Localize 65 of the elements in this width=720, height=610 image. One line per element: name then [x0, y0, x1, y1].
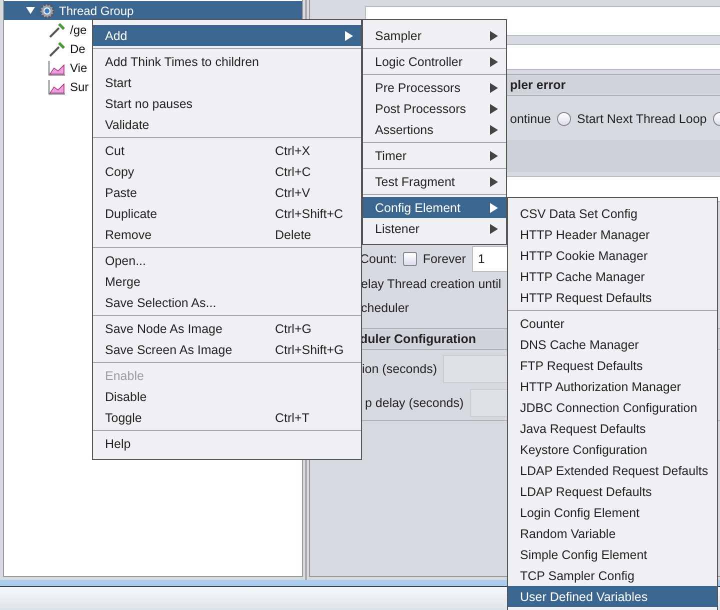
menu-item[interactable]: Open... — [93, 250, 361, 271]
menu-item[interactable]: Counter — [508, 313, 717, 334]
menu-item[interactable]: Start — [93, 72, 361, 93]
menu-item[interactable]: CSV Data Set Config — [508, 203, 717, 224]
delay-thread-label: elay Thread creation until — [361, 277, 502, 291]
menu-item[interactable]: JDBC Connection Configuration — [508, 397, 717, 418]
menu-item[interactable]: Save Screen As Image Ctrl+Shift+G — [93, 339, 361, 360]
menu-item[interactable]: Config Element — [363, 197, 506, 218]
tree-item-label: Vie — [70, 60, 88, 74]
menu-item[interactable]: Logic Controller — [363, 51, 506, 72]
menu-item[interactable]: Listener — [363, 218, 506, 239]
startup-delay-label: p delay (seconds) — [365, 396, 464, 410]
menu-item[interactable]: Start no pauses — [93, 93, 361, 114]
menu-item[interactable]: Java Request Defaults — [508, 418, 717, 439]
menu-item[interactable]: Sampler — [363, 25, 506, 46]
menu-item[interactable]: HTTP Authorization Manager — [508, 376, 717, 397]
menu-item[interactable]: Help — [93, 433, 361, 454]
tree-item-label: Thread Group — [59, 4, 134, 18]
menu-item[interactable]: Timer — [363, 145, 506, 166]
menu-item[interactable]: Random Variable — [508, 523, 717, 544]
pipette-icon — [48, 40, 66, 56]
option-label: ontinue — [510, 112, 552, 126]
menu-item[interactable]: Disable — [93, 386, 361, 407]
collapse-arrow-icon[interactable] — [26, 6, 35, 15]
menu-item[interactable]: Simple Config Element — [508, 544, 717, 565]
radio-button[interactable] — [557, 112, 572, 126]
menu-item[interactable]: User Defined Variables — [508, 586, 717, 607]
scheduler-label: cheduler — [361, 301, 409, 315]
pipette-icon — [48, 22, 66, 38]
menu-item[interactable]: Validate — [93, 114, 361, 135]
menu-item[interactable]: Post Processors — [363, 98, 506, 119]
menu-item[interactable]: HTTP Header Manager — [508, 224, 717, 245]
menu-item[interactable]: Remove Delete — [93, 224, 361, 245]
tree-item-label: De — [70, 42, 86, 56]
menu-item[interactable]: Save Node As Image Ctrl+G — [93, 318, 361, 339]
menu-item[interactable]: Add Think Times to children — [93, 51, 361, 72]
tree-item[interactable]: Thread Group — [4, 1, 302, 20]
menu-item[interactable]: Duplicate Ctrl+Shift+C — [93, 203, 361, 224]
gear-icon — [39, 2, 55, 18]
menu-item[interactable]: Test Fragment — [363, 171, 506, 192]
menu-item[interactable]: Cut Ctrl+X — [93, 140, 361, 161]
menu-item[interactable]: Toggle Ctrl+T — [93, 407, 361, 428]
menu-item[interactable]: Add — [93, 25, 361, 46]
menu-item[interactable]: Save Selection As... — [93, 292, 361, 313]
menu-item[interactable]: DNS Cache Manager — [508, 334, 717, 355]
menu-item[interactable]: Login Config Element — [508, 502, 717, 523]
tree-item-label: Sur — [70, 80, 89, 94]
option-label: Start Next Thread Loop — [577, 112, 707, 126]
menu-item[interactable]: LDAP Request Defaults — [508, 481, 717, 502]
menu-item[interactable]: Merge — [93, 271, 361, 292]
menu-item[interactable]: HTTP Request Defaults — [508, 287, 717, 308]
forever-label: Forever — [422, 252, 466, 266]
menu-item[interactable]: TCP Sampler Config — [508, 565, 717, 586]
graph-icon — [48, 60, 66, 76]
menu-item[interactable]: Keystore Configuration — [508, 439, 717, 460]
menu-item[interactable]: FTP Request Defaults — [508, 355, 717, 376]
graph-icon — [48, 78, 66, 94]
tree-item-label: /ge — [70, 22, 87, 36]
menu-item[interactable]: Paste Ctrl+V — [93, 182, 361, 203]
menu-item[interactable]: Pre Processors — [363, 77, 506, 98]
menu-item[interactable]: LDAP Extended Request Defaults — [508, 460, 717, 481]
duration-label: ion (seconds) — [362, 362, 438, 376]
menu-item[interactable]: Copy Ctrl+C — [93, 161, 361, 182]
forever-checkbox[interactable] — [402, 252, 417, 266]
menu-item[interactable]: Assertions — [363, 119, 506, 140]
